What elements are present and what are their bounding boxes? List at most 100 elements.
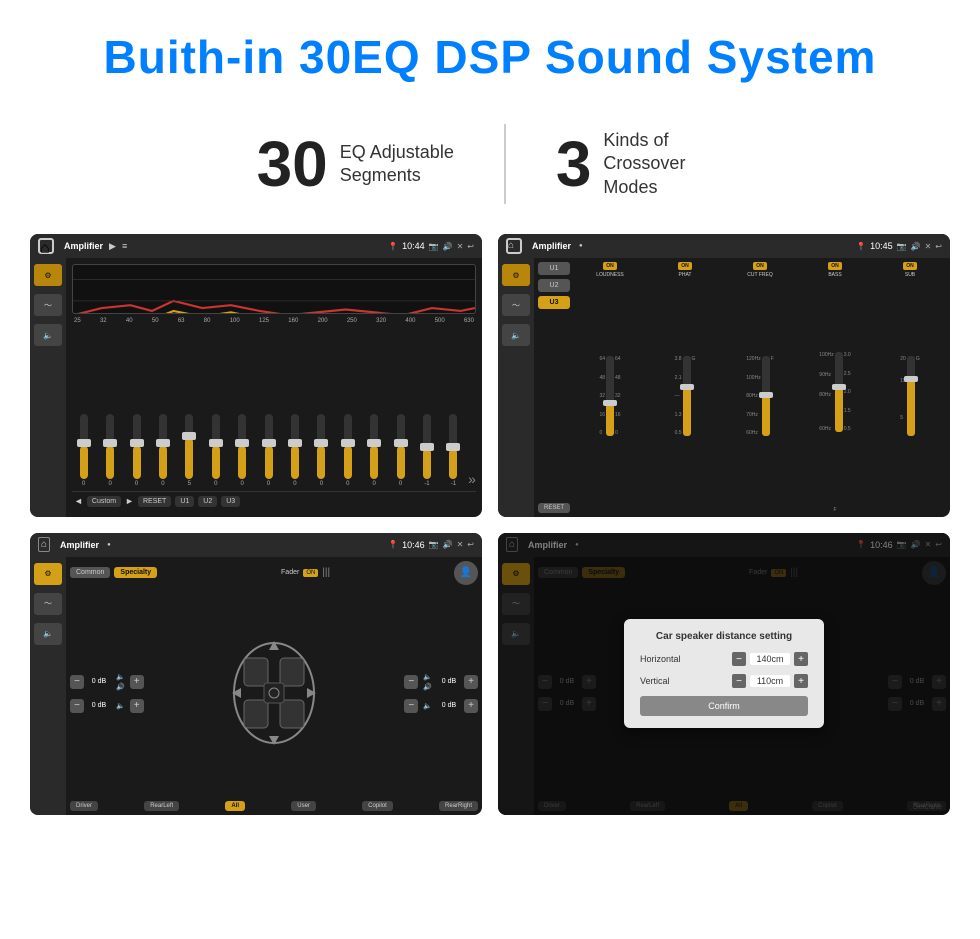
rearleft-btn[interactable]: RearLeft [144, 801, 179, 811]
left-top-plus[interactable]: + [130, 675, 144, 689]
next-icon[interactable]: ► [125, 496, 134, 506]
wave-icon-btn-3[interactable]: 〜 [34, 593, 62, 615]
fader-on-btn[interactable]: ON [303, 569, 318, 577]
tab-specialty[interactable]: Specialty [114, 567, 157, 578]
cutfreq-track[interactable] [762, 356, 770, 436]
close-icon-2[interactable]: ✕ [925, 242, 932, 251]
wave-icon-btn-2[interactable]: 〜 [502, 294, 530, 316]
phat-track[interactable] [683, 356, 691, 436]
eq-icon-btn[interactable]: ⚙ [34, 264, 62, 286]
eq-icon-btn-3[interactable]: ⚙ [34, 563, 62, 585]
phat-label: PHAT [679, 272, 692, 278]
profile-icon-btn[interactable]: 👤 [454, 561, 478, 585]
sidebar-3: ⚙ 〜 🔈 [30, 557, 66, 816]
sub-label: SUB [905, 272, 915, 278]
loudness-on[interactable]: ON [603, 262, 617, 270]
left-bottom-minus[interactable]: − [70, 699, 84, 713]
stat-crossover: 3 Kinds ofCrossover Modes [506, 127, 774, 201]
eq-slider-7[interactable]: 0 [257, 414, 280, 487]
eq-slider-14[interactable]: -1 [442, 414, 465, 487]
back-icon[interactable]: ↩ [467, 242, 474, 251]
speaker-icons-left-top: 🔈 🔊 [116, 673, 125, 691]
eq-slider-11[interactable]: 0 [362, 414, 385, 487]
loudness-values-right: 64 48 32 16 0 [615, 356, 621, 436]
eq-slider-6[interactable]: 0 [230, 414, 253, 487]
bass-on[interactable]: ON [828, 262, 842, 270]
expand-icon[interactable]: » [468, 471, 476, 487]
camera-icon-2[interactable]: 📷 [897, 242, 907, 251]
speaker-icons-right-bottom: 🔈 [423, 702, 432, 710]
close-icon[interactable]: ✕ [457, 242, 464, 251]
camera-icon-3[interactable]: 📷 [429, 540, 439, 549]
u3-btn-1[interactable]: U3 [221, 496, 240, 507]
back-icon-2[interactable]: ↩ [935, 242, 942, 251]
vertical-minus[interactable]: − [732, 674, 746, 688]
eq-slider-10[interactable]: 0 [336, 414, 359, 487]
bass-track[interactable] [835, 352, 843, 432]
eq-slider-4[interactable]: 5 [178, 414, 201, 487]
eq-slider-3[interactable]: 0 [151, 414, 174, 487]
specialty-tabs: Common Specialty [70, 567, 157, 578]
left-bottom-plus[interactable]: + [130, 699, 144, 713]
right-bottom-db: − 🔈 0 dB + [404, 699, 478, 713]
u2-btn-1[interactable]: U2 [198, 496, 217, 507]
right-top-minus[interactable]: − [404, 675, 418, 689]
left-top-minus[interactable]: − [70, 675, 84, 689]
all-btn[interactable]: All [225, 801, 245, 811]
u2-preset[interactable]: U2 [538, 279, 570, 292]
confirm-button[interactable]: Confirm [640, 696, 808, 716]
phat-on[interactable]: ON [678, 262, 692, 270]
reset-btn-1[interactable]: RESET [138, 496, 171, 507]
speaker-icon-btn-3[interactable]: 🔈 [34, 623, 62, 645]
sub-slider-area: 20 15 5 [900, 280, 919, 513]
eq-slider-1[interactable]: 0 [98, 414, 121, 487]
eq-slider-13[interactable]: -1 [415, 414, 438, 487]
prev-icon[interactable]: ◄ [74, 496, 83, 506]
close-icon-3[interactable]: ✕ [457, 540, 464, 549]
eq-slider-2[interactable]: 0 [125, 414, 148, 487]
horizontal-plus[interactable]: + [794, 652, 808, 666]
user-btn[interactable]: User [291, 801, 316, 811]
home-icon-2[interactable]: ⌂ [506, 238, 522, 254]
loudness-track[interactable] [606, 356, 614, 436]
right-bottom-minus[interactable]: − [404, 699, 418, 713]
volume-icon-2[interactable]: 🔊 [911, 242, 921, 251]
rearright-btn[interactable]: RearRight [439, 801, 478, 811]
eq-slider-0[interactable]: 0 [72, 414, 95, 487]
right-bottom-plus[interactable]: + [464, 699, 478, 713]
camera-icon[interactable]: 📷 [429, 242, 439, 251]
band-sub: ON SUB 20 15 5 [874, 262, 946, 513]
home-icon[interactable]: ⌂ [38, 238, 54, 254]
u1-preset[interactable]: U1 [538, 262, 570, 275]
volume-icon[interactable]: 🔊 [443, 242, 453, 251]
eq-icon-btn-2[interactable]: ⚙ [502, 264, 530, 286]
cutfreq-on[interactable]: ON [753, 262, 767, 270]
driver-btn[interactable]: Driver [70, 801, 98, 811]
play-icon[interactable]: ▶ [109, 241, 116, 252]
app-title-1: Amplifier [64, 241, 103, 251]
reset-btn-2[interactable]: RESET [538, 503, 570, 513]
volume-icon-3[interactable]: 🔊 [443, 540, 453, 549]
eq-slider-9[interactable]: 0 [310, 414, 333, 487]
vertical-plus[interactable]: + [794, 674, 808, 688]
u1-btn-1[interactable]: U1 [175, 496, 194, 507]
copilot-btn[interactable]: Copilot [362, 801, 393, 811]
sub-track[interactable] [907, 356, 915, 436]
sidebar-2: ⚙ 〜 🔈 [498, 258, 534, 517]
right-top-plus[interactable]: + [464, 675, 478, 689]
eq-slider-12[interactable]: 0 [389, 414, 412, 487]
back-icon-3[interactable]: ↩ [467, 540, 474, 549]
eq-slider-5[interactable]: 0 [204, 414, 227, 487]
u3-preset[interactable]: U3 [538, 296, 570, 309]
horizontal-minus[interactable]: − [732, 652, 746, 666]
custom-btn[interactable]: Custom [87, 496, 121, 507]
wave-icon-btn[interactable]: 〜 [34, 294, 62, 316]
eq-slider-8[interactable]: 0 [283, 414, 306, 487]
speaker-icon-btn[interactable]: 🔈 [34, 324, 62, 346]
stats-row: 30 EQ AdjustableSegments 3 Kinds ofCross… [0, 124, 980, 204]
sub-on[interactable]: ON [903, 262, 917, 270]
speaker-icon-btn-2[interactable]: 🔈 [502, 324, 530, 346]
car-diagram [150, 638, 399, 748]
home-icon-3[interactable]: ⌂ [38, 537, 50, 552]
tab-common[interactable]: Common [70, 567, 110, 578]
